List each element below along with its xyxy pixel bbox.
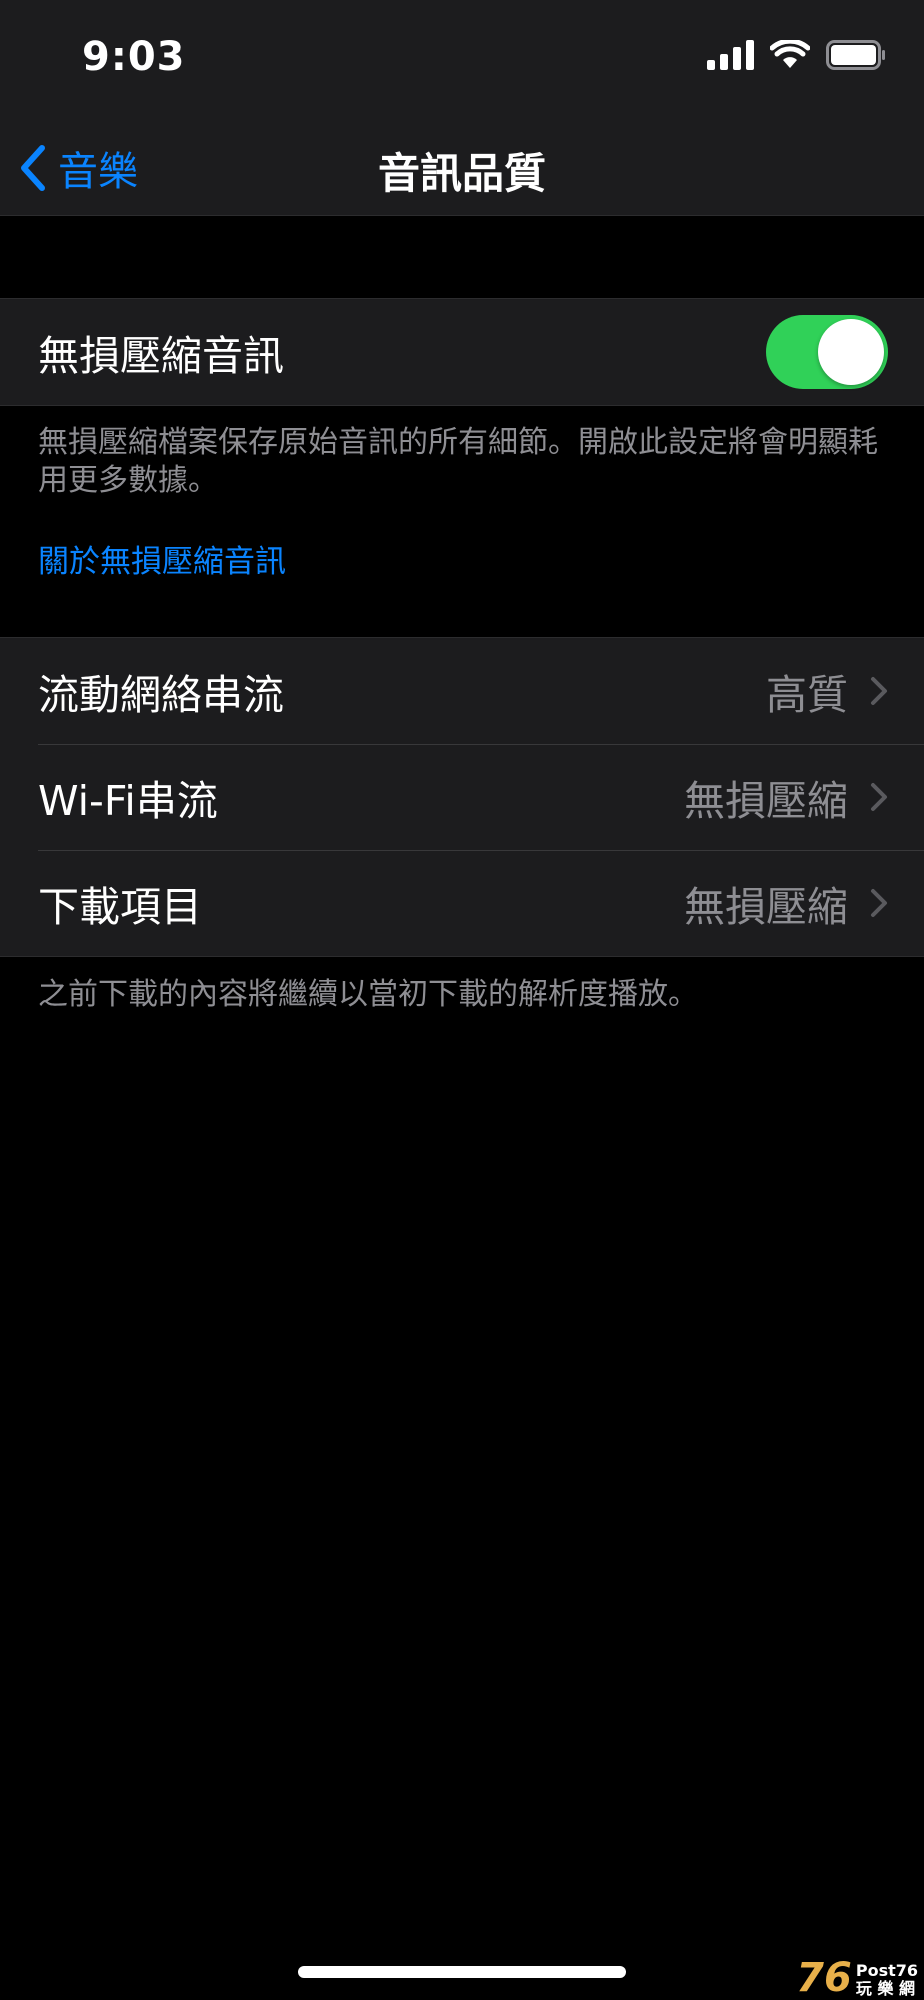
lossless-description: 無損壓縮檔案保存原始音訊的所有細節。開啟此設定將會明顯耗用更多數據。 — [38, 425, 878, 498]
navigation-bar: 音樂 音訊品質 — [0, 120, 924, 216]
home-indicator[interactable] — [298, 1966, 626, 1978]
lossless-group: 無損壓縮音訊 — [0, 298, 924, 406]
downloads-row[interactable]: 下載項目 無損壓縮 — [0, 850, 924, 956]
wifi-streaming-value: 無損壓縮 — [684, 777, 848, 825]
chevron-right-icon — [871, 889, 887, 917]
cellular-signal-icon — [707, 40, 754, 70]
downloads-label: 下載項目 — [38, 883, 202, 931]
status-bar: 9:03 — [0, 0, 924, 120]
lossless-audio-label: 無損壓縮音訊 — [38, 332, 284, 380]
cellular-streaming-label: 流動網絡串流 — [38, 671, 284, 719]
status-icons — [707, 40, 886, 70]
lossless-audio-toggle[interactable] — [766, 315, 888, 389]
streaming-group: 流動網絡串流 高質 Wi-Fi串流 無損壓縮 下載項目 無損壓縮 — [0, 637, 924, 957]
watermark-line2: 玩 樂 網 — [855, 1979, 915, 1998]
battery-icon — [826, 40, 885, 70]
chevron-right-icon — [871, 783, 887, 811]
wifi-streaming-label: Wi-Fi串流 — [38, 777, 218, 825]
chevron-right-icon — [871, 677, 887, 705]
lossless-audio-row: 無損壓縮音訊 — [0, 299, 924, 405]
watermark-number: 76 — [796, 1955, 852, 2000]
wifi-icon — [770, 40, 810, 68]
watermark-line1: Post76 — [855, 1961, 918, 1980]
downloads-value: 無損壓縮 — [684, 883, 848, 931]
post76-watermark: 76 Post76 玩 樂 網 — [796, 1958, 918, 1998]
wifi-streaming-row[interactable]: Wi-Fi串流 無損壓縮 — [0, 744, 924, 850]
page-title: 音訊品質 — [377, 149, 546, 198]
cellular-streaming-row[interactable]: 流動網絡串流 高質 — [0, 638, 924, 744]
downloads-footnote: 之前下載的內容將繼續以當初下載的解析度播放。 — [38, 977, 698, 1012]
toggle-knob — [818, 319, 884, 385]
status-time: 9:03 — [82, 34, 186, 80]
cellular-streaming-value: 高質 — [766, 671, 848, 719]
about-lossless-link[interactable]: 關於無損壓縮音訊 — [38, 536, 286, 581]
